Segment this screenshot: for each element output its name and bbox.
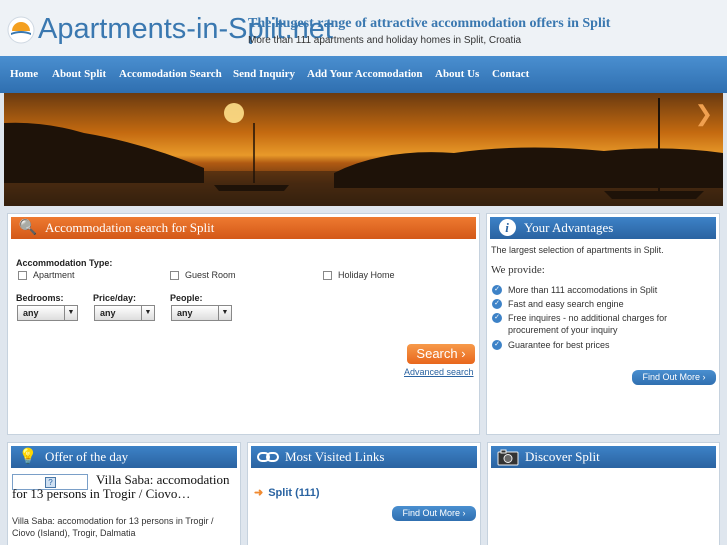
chain-link-icon	[257, 447, 279, 467]
nav-about-us[interactable]: About Us	[435, 68, 479, 80]
type-holiday-home-checkbox[interactable]: Holiday Home	[323, 270, 395, 280]
advantage-item-text: More than 111 accomodations in Split	[508, 285, 658, 295]
check-icon: ✓	[492, 299, 502, 309]
advanced-search-link[interactable]: Advanced search	[404, 367, 474, 377]
arrow-right-icon: ➜	[254, 487, 264, 499]
people-label: People:	[170, 293, 203, 303]
bedrooms-select-value: any	[23, 308, 39, 318]
advantage-item: ✓ Free inquires - no additional charges …	[492, 312, 692, 336]
offer-panel-title: Offer of the day	[45, 449, 129, 464]
advantages-panel: i Your Advantages The largest selection …	[486, 213, 720, 435]
chevron-down-icon[interactable]: ▼	[64, 306, 77, 320]
advantages-panel-header: i Your Advantages	[490, 217, 716, 239]
search-panel-title: Accommodation search for Split	[45, 220, 215, 235]
site-tagline: The hugest range of attractive accommoda…	[248, 16, 611, 31]
accommodation-type-label: Accommodation Type:	[16, 258, 113, 268]
type-holiday-home-label: Holiday Home	[338, 270, 395, 280]
nav-contact[interactable]: Contact	[492, 68, 529, 80]
links-panel-title: Most Visited Links	[285, 449, 385, 464]
price-select[interactable]: any ▼	[94, 305, 155, 321]
hero-banner: ❯	[4, 93, 723, 206]
chevron-down-icon[interactable]: ▼	[218, 306, 231, 320]
checkbox-box[interactable]	[18, 270, 27, 280]
check-icon: ✓	[492, 313, 502, 323]
offer-description: Villa Saba: accomodation for 13 persons …	[12, 516, 214, 538]
advantage-item: ✓ Guarantee for best prices	[492, 339, 714, 351]
site-header: Apartments-in-Split.net The hugest range…	[0, 0, 727, 56]
main-navigation: Home About Split Accomodation Search Sen…	[0, 56, 727, 93]
magnifier-icon: 🔍	[18, 220, 38, 236]
discover-panel-header: Discover Split	[491, 446, 716, 468]
camera-icon	[497, 447, 519, 467]
people-select[interactable]: any ▼	[171, 305, 232, 321]
advantage-item-text: Guarantee for best prices	[508, 340, 610, 350]
discover-panel: Discover Split	[487, 442, 720, 545]
sun-logo-icon[interactable]	[6, 14, 36, 44]
links-find-out-more-button[interactable]: Find Out More ›	[392, 506, 476, 521]
check-icon: ✓	[492, 285, 502, 295]
discover-panel-title: Discover Split	[525, 449, 600, 464]
type-apartment-label: Apartment	[33, 270, 75, 280]
check-icon: ✓	[492, 340, 502, 350]
advantages-intro: The largest selection of apartments in S…	[491, 245, 664, 255]
offer-panel: 💡 Offer of the day ? Villa Saba: accomod…	[7, 442, 241, 545]
sunset-sailboat-image	[4, 98, 723, 206]
checkbox-box[interactable]	[323, 270, 332, 280]
advantages-provide-heading: We provide:	[491, 264, 545, 276]
price-label: Price/day:	[93, 293, 137, 303]
link-item[interactable]: ➜ Split (111)	[254, 486, 320, 500]
nav-accomodation-search[interactable]: Accomodation Search	[119, 68, 222, 80]
search-button[interactable]: Search ›	[407, 344, 475, 364]
nav-send-inquiry[interactable]: Send Inquiry	[233, 68, 295, 80]
advantage-item: ✓ More than 111 accomodations in Split	[492, 284, 714, 296]
type-guest-room-label: Guest Room	[185, 270, 236, 280]
advantages-panel-title: Your Advantages	[524, 220, 614, 235]
nav-home[interactable]: Home	[10, 68, 38, 80]
info-icon: i	[496, 218, 518, 238]
bedrooms-select[interactable]: any ▼	[17, 305, 78, 321]
hero-next-arrow[interactable]: ❯	[695, 101, 713, 127]
links-panel-header: Most Visited Links	[251, 446, 477, 468]
advantage-item-text: Free inquires - no additional charges fo…	[508, 313, 668, 335]
price-select-value: any	[100, 308, 116, 318]
advantages-find-out-more-button[interactable]: Find Out More ›	[632, 370, 716, 385]
checkbox-box[interactable]	[170, 270, 179, 280]
site-subtagline: More than 111 apartments and holiday hom…	[248, 35, 522, 46]
type-guest-room-checkbox[interactable]: Guest Room	[170, 270, 236, 280]
offer-title-link[interactable]: Villa Saba: accomodation for 13 persons …	[12, 473, 240, 501]
type-apartment-checkbox[interactable]: Apartment	[18, 270, 75, 280]
links-panel: Most Visited Links ➜ Split (111) Find Ou…	[247, 442, 481, 545]
nav-add-accomodation[interactable]: Add Your Accomodation	[307, 68, 423, 80]
nav-about-split[interactable]: About Split	[52, 68, 106, 80]
advantage-item: ✓ Fast and easy search engine	[492, 298, 714, 310]
bedrooms-label: Bedrooms:	[16, 293, 64, 303]
advantage-item-text: Fast and easy search engine	[508, 299, 624, 309]
lightbulb-icon: 💡	[18, 449, 38, 465]
offer-panel-header: 💡 Offer of the day	[11, 446, 237, 468]
link-item-label[interactable]: Split (111)	[268, 487, 319, 499]
people-select-value: any	[177, 308, 193, 318]
chevron-down-icon[interactable]: ▼	[141, 306, 154, 320]
search-panel-header: 🔍 Accommodation search for Split	[11, 217, 476, 239]
search-panel: 🔍 Accommodation search for Split Accommo…	[7, 213, 480, 435]
